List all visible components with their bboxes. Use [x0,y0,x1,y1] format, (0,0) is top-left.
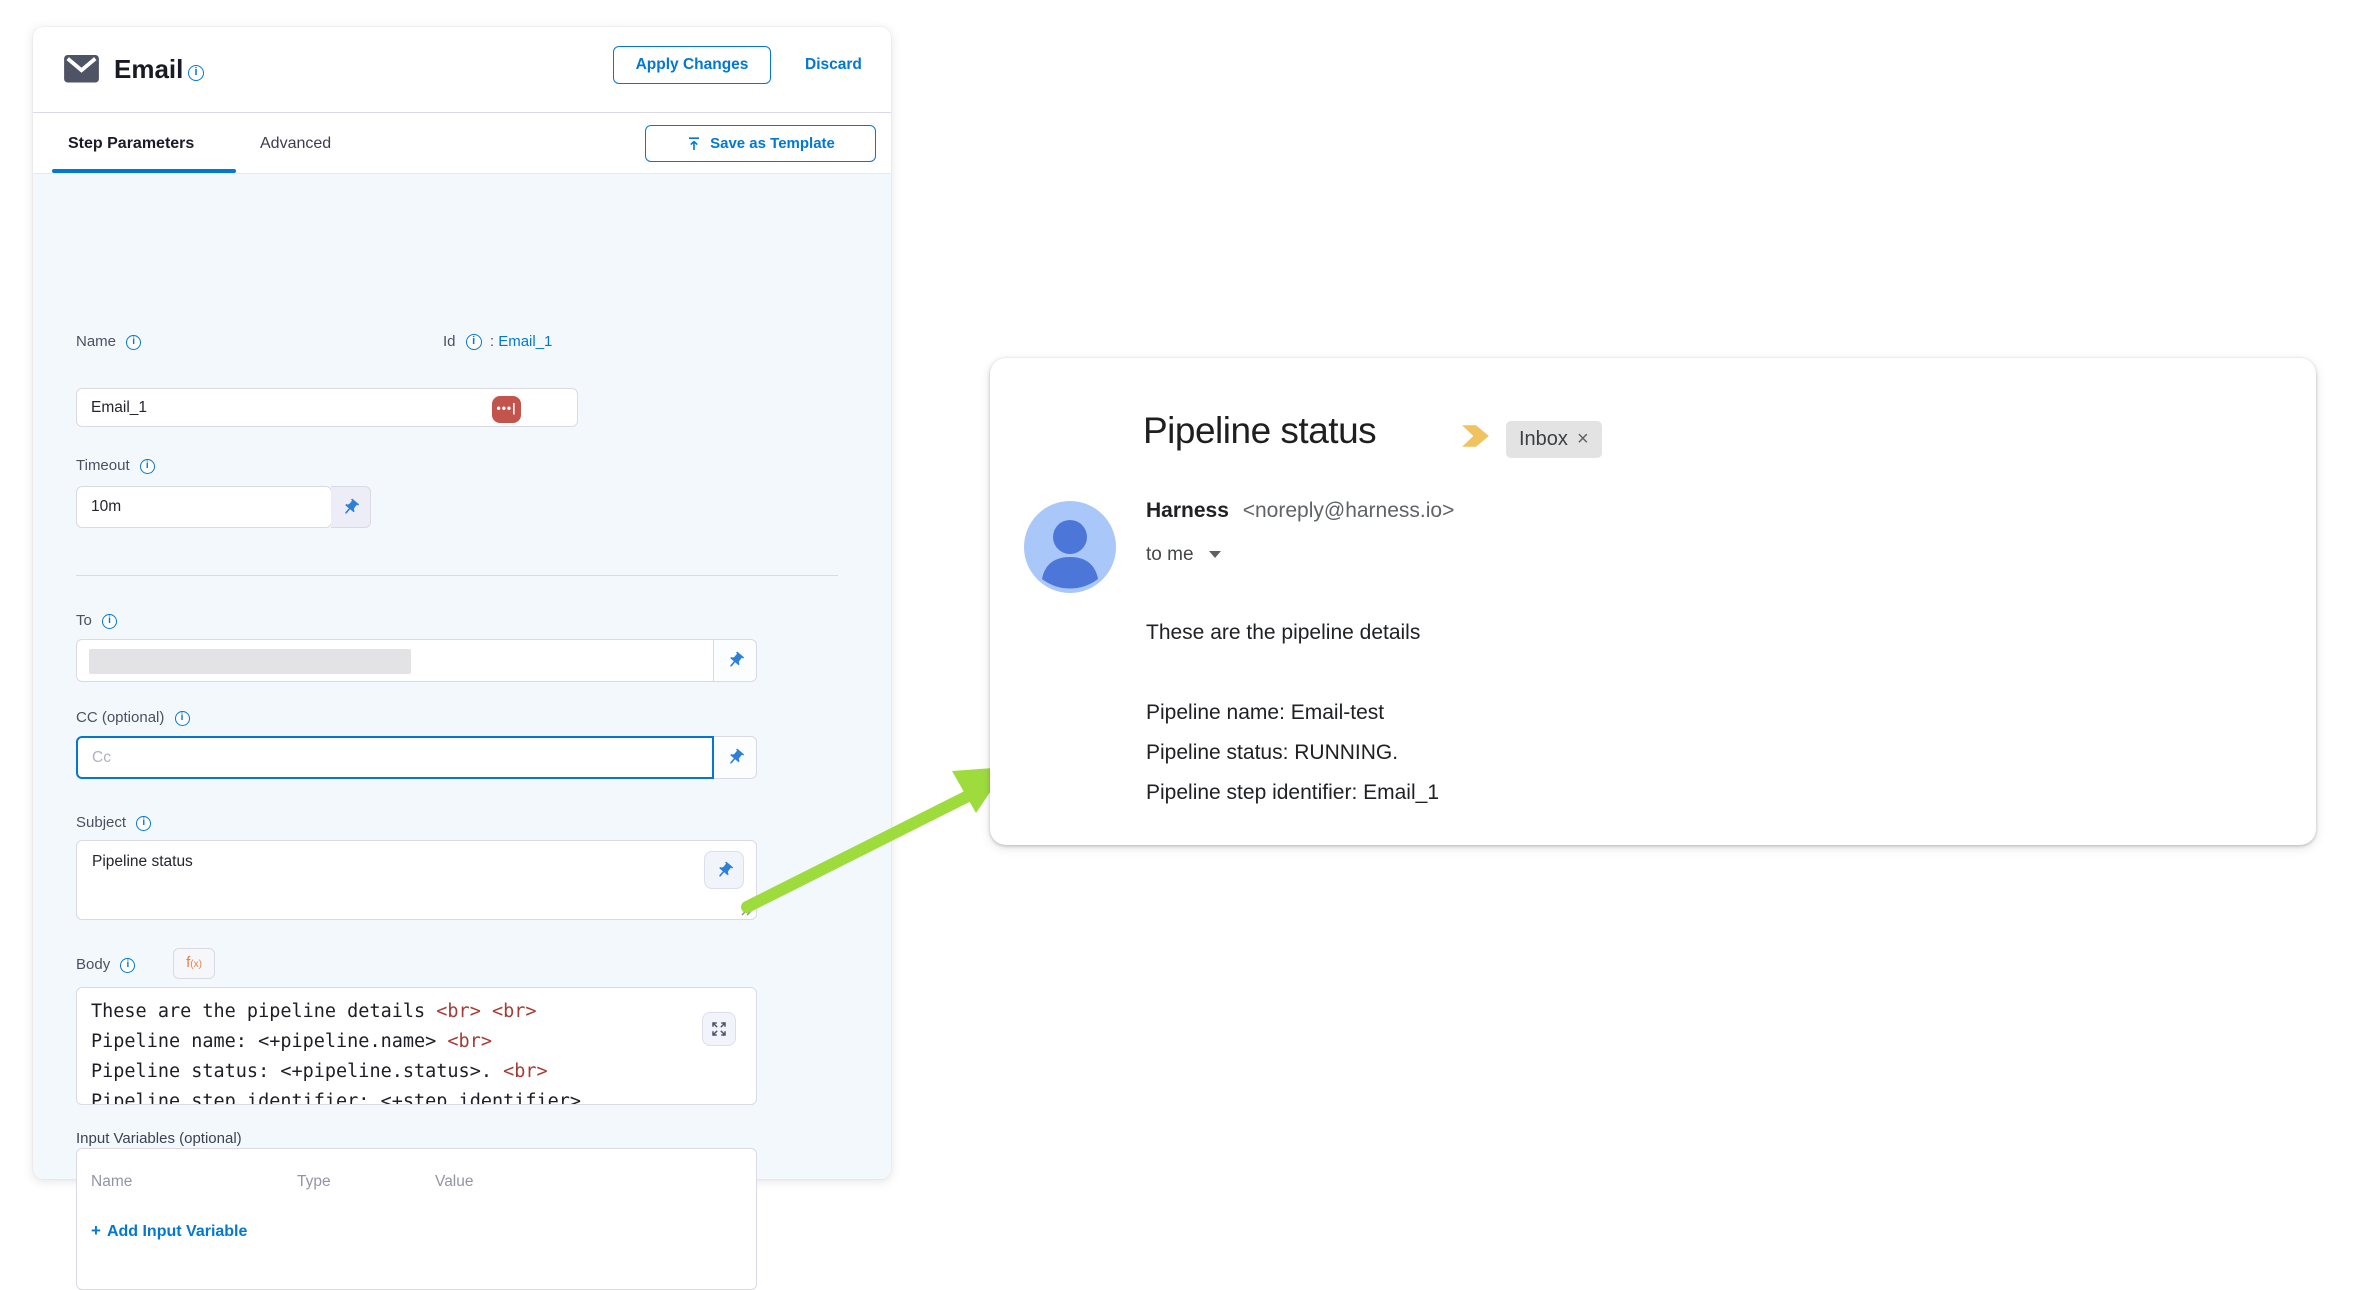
body-info-icon[interactable]: i [120,958,135,973]
add-input-variable-button[interactable]: +Add Input Variable [91,1221,247,1241]
timeout-label: Timeout i [76,457,155,474]
body-textarea[interactable]: These are the pipeline details <br> <br>… [76,987,757,1105]
inbox-label: Inbox [1519,428,1568,451]
id-separator: : [490,333,494,350]
id-value-link[interactable]: Email_1 [498,333,552,350]
apply-changes-button[interactable]: Apply Changes [613,46,771,84]
id-info-icon[interactable]: i [466,334,482,350]
remove-label-icon[interactable]: × [1577,428,1589,451]
panel-header: Email i Apply Changes Discard [33,27,891,113]
page: Email i Apply Changes Discard Step Param… [0,0,2354,1198]
discard-button[interactable]: Discard [805,46,862,84]
input-variables-label: Input Variables (optional) [76,1130,242,1147]
expand-icon [710,1020,728,1038]
annotation-arrow [735,755,1025,920]
recipient-label: to me [1146,544,1194,565]
cc-input[interactable] [76,736,714,779]
column-header-type: Type [297,1173,331,1191]
subject-value: Pipeline status [92,853,193,871]
important-marker-icon [1461,424,1491,448]
email-icon [64,55,99,84]
to-input[interactable] [76,639,714,682]
to-label: To i [76,612,117,629]
pin-icon [715,861,734,880]
body-code: These are the pipeline details <br> <br>… [91,997,731,1105]
email-detail-line: Pipeline status: RUNNING. [1146,733,1439,773]
step-parameters-form: Name i Id i : Email_1 •••| Timeout i [33,174,891,1179]
upload-icon [686,136,702,152]
save-as-template-button[interactable]: Save as Template [645,125,876,162]
column-header-value: Value [435,1173,474,1191]
tab-advanced[interactable]: Advanced [260,113,331,174]
to-pin-button[interactable] [714,639,757,682]
name-label: Name i [76,333,141,350]
inbox-label-chip: Inbox × [1506,421,1602,458]
subject-textarea[interactable]: Pipeline status [76,840,757,920]
pin-icon [341,498,360,517]
timeout-input[interactable] [76,486,332,528]
email-blank-line [1146,653,1439,693]
active-tab-underline [52,169,236,173]
step-id: Id i : Email_1 [443,333,552,350]
email-preview-card: Pipeline status Inbox × Harness <noreply… [990,358,2316,845]
sender-email: <noreply@harness.io> [1243,499,1455,522]
title-info-icon[interactable]: i [188,65,204,81]
step-title: Email [114,54,183,85]
email-step-panel: Email i Apply Changes Discard Step Param… [33,27,891,1179]
sender-avatar [1024,501,1116,593]
password-manager-icon[interactable]: •••| [492,396,521,423]
email-intro-line: These are the pipeline details [1146,613,1439,653]
timeout-pin-button[interactable] [331,486,371,528]
expand-body-button[interactable] [702,1012,736,1046]
save-as-template-label: Save as Template [710,135,835,152]
tab-step-parameters[interactable]: Step Parameters [68,113,194,174]
pin-icon [726,651,745,670]
section-divider [76,575,838,576]
id-label: Id [443,333,456,350]
cc-label: CC (optional) i [76,709,190,726]
email-body: These are the pipeline details Pipeline … [1146,613,1439,813]
tab-bar: Step Parameters Advanced Save as Templat… [33,113,891,174]
subject-label: Subject i [76,814,151,831]
body-label: Body i [76,956,135,973]
subject-info-icon[interactable]: i [136,816,151,831]
email-detail-line: Pipeline step identifier: Email_1 [1146,773,1439,813]
redacted-to-value [89,649,411,674]
plus-icon: + [91,1221,101,1240]
recipient-dropdown[interactable]: to me [1146,544,1221,566]
sender-row: Harness <noreply@harness.io> [1146,499,1454,523]
email-subject: Pipeline status [1143,410,1376,452]
name-info-icon[interactable]: i [126,335,141,350]
timeout-info-icon[interactable]: i [140,459,155,474]
cc-info-icon[interactable]: i [175,711,190,726]
chevron-down-icon [1209,551,1221,558]
expression-fx-button[interactable]: f(x) [173,948,215,979]
column-header-name: Name [91,1173,132,1191]
input-variables-table: Name Type Value +Add Input Variable [76,1148,757,1290]
to-info-icon[interactable]: i [102,614,117,629]
sender-name: Harness [1146,499,1229,522]
email-detail-line: Pipeline name: Email-test [1146,693,1439,733]
